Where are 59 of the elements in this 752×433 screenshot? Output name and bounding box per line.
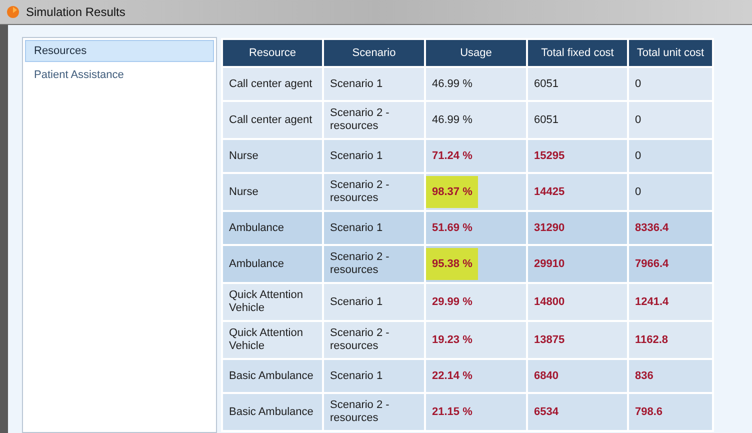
table-cell-text: 6534 <box>534 406 558 418</box>
table-cell-text: Call center agent <box>229 114 312 126</box>
table-cell-text: Nurse <box>229 150 258 162</box>
table-cell-text: Scenario 2 - resources <box>330 251 390 276</box>
table-cell-text: 0 <box>635 114 642 126</box>
table-cell-text: 46.99 % <box>432 114 472 126</box>
table-cell-text: 19.23 % <box>432 334 472 346</box>
table-cell-text: 29.99 % <box>432 296 472 308</box>
table-cell-text: 0 <box>635 78 642 90</box>
table-cell-text: 836 <box>635 370 654 382</box>
table-cell-text: Call center agent <box>229 78 312 90</box>
table-cell-text: 6840 <box>534 370 558 382</box>
table-cell-text: 22.14 % <box>432 370 472 382</box>
table-cell-text: 6051 <box>534 114 558 126</box>
table-cell-text: 15295 <box>534 150 565 162</box>
table-cell-text: Ambulance <box>229 258 284 270</box>
table-cell-text: 0 <box>635 150 642 162</box>
table-cell-text: Basic Ambulance <box>229 406 314 418</box>
column-header: Usage <box>425 39 527 67</box>
table-cell-text: 1162.8 <box>635 334 668 346</box>
table-cell-text: Basic Ambulance <box>229 370 314 382</box>
table-cell-text: Scenario 2 - resources <box>330 399 390 424</box>
highlighted-value: 95.38 % <box>426 248 478 280</box>
table-cell-text: Scenario 2 - resources <box>330 179 390 204</box>
app-icon <box>6 5 20 19</box>
table-cell-text: Scenario 1 <box>330 370 383 382</box>
table-cell-text: 14800 <box>534 296 565 308</box>
table-cell-text: Scenario 1 <box>330 222 383 234</box>
table-cell-text: Scenario 2 - resources <box>330 107 390 132</box>
table-cell-text: 51.69 % <box>432 222 472 234</box>
table-cell-text: 71.24 % <box>432 150 472 162</box>
table-cell-text: Quick Attention Vehicle <box>229 289 303 314</box>
table-cell-text: 8336.4 <box>635 222 669 234</box>
sidebar-item[interactable]: Resources <box>25 40 214 62</box>
column-header: Total fixed cost <box>527 39 628 67</box>
table-cell-text: 14425 <box>534 186 565 198</box>
table-cell-text: 29910 <box>534 258 565 270</box>
column-header: Scenario <box>323 39 425 67</box>
table-cell-text: 6051 <box>534 78 558 90</box>
window-title: Simulation Results <box>26 4 126 21</box>
table-cell-text: Scenario 1 <box>330 296 383 308</box>
highlighted-value: 98.37 % <box>426 176 478 208</box>
table-cell-text: 7966.4 <box>635 258 669 270</box>
table-cell-text: 31290 <box>534 222 565 234</box>
column-header: Total unit cost <box>628 39 713 67</box>
table-cell-text: 46.99 % <box>432 78 472 90</box>
table-cell-text: Scenario 1 <box>330 78 383 90</box>
table-cell-text: Quick Attention Vehicle <box>229 327 303 352</box>
table-cell-text: 798.6 <box>635 406 663 418</box>
sidebar-item[interactable]: Patient Assistance <box>25 64 214 86</box>
table-cell-text: Nurse <box>229 186 258 198</box>
table-cell-text: 1241.4 <box>635 296 669 308</box>
table-cell-text: Scenario 1 <box>330 150 383 162</box>
table-cell-text: Ambulance <box>229 222 284 234</box>
table-cell-text: Scenario 2 - resources <box>330 327 390 352</box>
column-header: Resource <box>222 39 323 67</box>
table-cell-text: 0 <box>635 186 642 198</box>
table-cell-text: 21.15 % <box>432 406 472 418</box>
table-cell-text: 13875 <box>534 334 565 346</box>
